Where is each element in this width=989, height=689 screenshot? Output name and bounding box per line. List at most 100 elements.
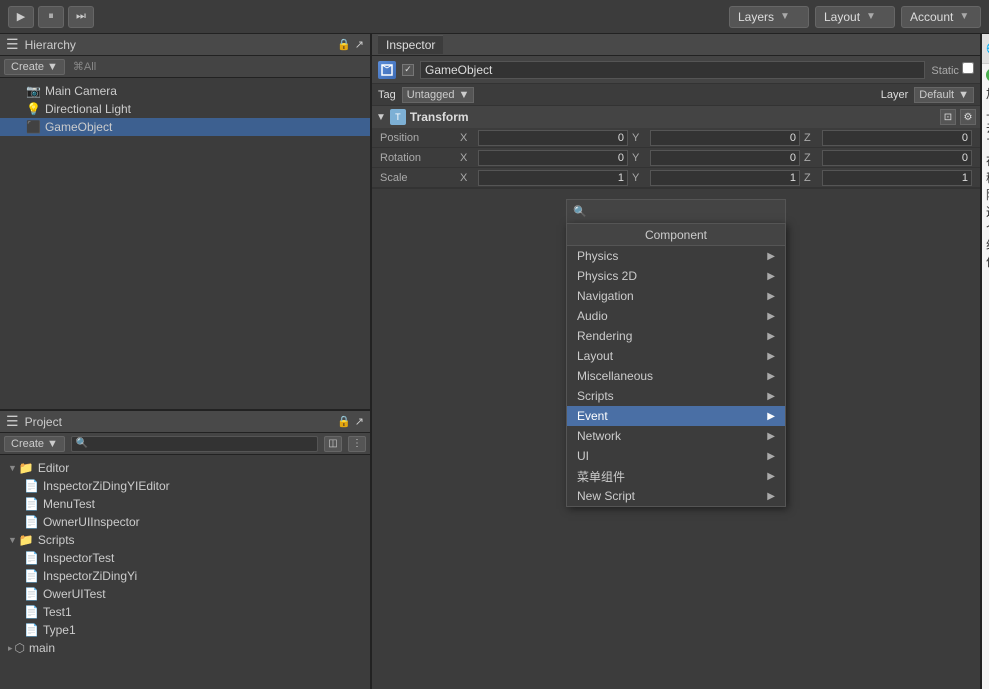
- project-item-inspector-editor[interactable]: 📄 InspectorZiDingYIEditor: [0, 477, 370, 495]
- camera-icon: 📷: [26, 84, 41, 98]
- inspector-tab-header: Inspector: [372, 34, 980, 56]
- scale-y-label: Y: [632, 172, 646, 184]
- hierarchy-item-gameobject[interactable]: ⬛ GameObject: [0, 118, 370, 136]
- tag-dropdown[interactable]: Untagged ▼: [402, 87, 475, 103]
- menu-item-miscellaneous[interactable]: Miscellaneous ▶: [567, 366, 785, 386]
- ui-arrow-icon: ▶: [767, 451, 775, 462]
- account-label: Account: [910, 10, 953, 24]
- item-label: OwnerUIInspector: [43, 515, 140, 529]
- event-arrow-icon: ▶: [767, 411, 775, 422]
- rendering-label: Rendering: [577, 329, 632, 343]
- project-create-arrow-icon: ▼: [47, 438, 58, 450]
- scale-y-field[interactable]: [650, 170, 800, 186]
- project-item-type1[interactable]: 📄 Type1: [0, 621, 370, 639]
- scale-label: Scale: [380, 172, 460, 184]
- scale-z-field[interactable]: [822, 170, 972, 186]
- item-label: Main Camera: [45, 84, 117, 98]
- browser-toolbar: 🌐 网银 | Aa 翻译 | ✂ 截图: [982, 34, 989, 64]
- menu-item-rendering[interactable]: Rendering ▶: [567, 326, 785, 346]
- menu-item-caidan[interactable]: 菜单组件 ▶: [567, 466, 785, 486]
- rendering-arrow-icon: ▶: [767, 331, 775, 342]
- item-label: Scripts: [38, 533, 75, 547]
- position-y-field[interactable]: [650, 130, 800, 146]
- project-view-button2[interactable]: ⋮: [348, 436, 366, 452]
- layout-dropdown[interactable]: Layout ▼: [815, 6, 895, 28]
- project-search-box[interactable]: 🔍: [71, 436, 318, 452]
- play-button[interactable]: ▶: [8, 6, 34, 28]
- transform-settings-icon[interactable]: ⚙: [960, 109, 976, 125]
- scripts-label: Scripts: [577, 389, 614, 403]
- transform-icon: T: [390, 109, 406, 125]
- project-item-main-scene[interactable]: ▸ ⬡ main: [0, 639, 370, 657]
- hierarchy-header: ☰ Hierarchy 🔒 ↗: [0, 34, 370, 56]
- hierarchy-header-icons: 🔒 ↗: [337, 38, 364, 51]
- gameobject-active-checkbox[interactable]: ✓: [402, 64, 414, 76]
- menu-item-event[interactable]: Event ▶: [567, 406, 785, 426]
- account-dropdown[interactable]: Account ▼: [901, 6, 981, 28]
- browser-panel: 🌐 网银 | Aa 翻译 | ✂ 截图 加上去了。在移除这个组件: [980, 34, 989, 689]
- hierarchy-toolbar: Create ▼ ⌘All: [0, 56, 370, 78]
- project-item-editor-folder[interactable]: ▼ 📁 Editor: [0, 459, 370, 477]
- scale-x-field[interactable]: [478, 170, 628, 186]
- rotation-label: Rotation: [380, 152, 460, 164]
- menu-item-new-script[interactable]: New Script ▶: [567, 486, 785, 506]
- pause-button[interactable]: ⏸: [38, 6, 64, 28]
- menu-item-navigation[interactable]: Navigation ▶: [567, 286, 785, 306]
- network-label: Network: [577, 429, 621, 443]
- project-create-button[interactable]: Create ▼: [4, 436, 65, 452]
- menu-item-physics[interactable]: Physics ▶: [567, 246, 785, 266]
- position-x-field[interactable]: [478, 130, 628, 146]
- hierarchy-item-directional-light[interactable]: 💡 Directional Light: [0, 100, 370, 118]
- gameobject-header: ✓ Static: [372, 56, 980, 84]
- layer-dropdown[interactable]: Default ▼: [914, 87, 974, 103]
- position-z-field[interactable]: [822, 130, 972, 146]
- rotation-y-field[interactable]: [650, 150, 800, 166]
- menu-item-layout[interactable]: Layout ▶: [567, 346, 785, 366]
- item-label: GameObject: [45, 120, 112, 134]
- transform-header[interactable]: ▼ T Transform ⊡ ⚙: [372, 106, 980, 128]
- static-checkbox[interactable]: Static: [931, 62, 974, 77]
- menu-item-scripts[interactable]: Scripts ▶: [567, 386, 785, 406]
- static-toggle[interactable]: [962, 62, 974, 74]
- position-y-label: Y: [632, 132, 646, 144]
- project-lock-icon: 🔒: [337, 415, 351, 428]
- transform-buttons: ⊡ ⚙: [940, 109, 976, 125]
- rotation-z-field[interactable]: [822, 150, 972, 166]
- hierarchy-item-main-camera[interactable]: 📷 Main Camera: [0, 82, 370, 100]
- navigation-label: Navigation: [577, 289, 634, 303]
- rotation-z-label: Z: [804, 152, 818, 164]
- project-item-menu-test[interactable]: 📄 MenuTest: [0, 495, 370, 513]
- menu-item-ui[interactable]: UI ▶: [567, 446, 785, 466]
- project-list: ▼ 📁 Editor 📄 InspectorZiDingYIEditor 📄 M…: [0, 455, 370, 689]
- miscellaneous-label: Miscellaneous: [577, 369, 653, 383]
- menu-item-network[interactable]: Network ▶: [567, 426, 785, 446]
- position-fields: X Y Z: [460, 130, 972, 146]
- transform-copy-icon[interactable]: ⊡: [940, 109, 956, 125]
- miscellaneous-arrow-icon: ▶: [767, 371, 775, 382]
- scene-collapse-icon: ▸: [8, 643, 13, 654]
- project-item-inspector-zi[interactable]: 📄 InspectorZiDingYi: [0, 567, 370, 585]
- step-button[interactable]: ⏭: [68, 6, 94, 28]
- gameobject-cube-icon: [378, 61, 396, 79]
- folder-icon: 📁: [19, 461, 34, 475]
- hierarchy-create-button[interactable]: Create ▼: [4, 59, 65, 75]
- inspector-tab[interactable]: Inspector: [378, 35, 443, 54]
- scripts-arrow-icon: ▶: [767, 391, 775, 402]
- layers-dropdown[interactable]: Layers ▼: [729, 6, 809, 28]
- menu-item-audio[interactable]: Audio ▶: [567, 306, 785, 326]
- project-view-button1[interactable]: ◫: [324, 436, 342, 452]
- project-item-ower-ui-test[interactable]: 📄 OwerUITest: [0, 585, 370, 603]
- project-item-owner-ui-inspector[interactable]: 📄 OwnerUIInspector: [0, 513, 370, 531]
- project-item-scripts-folder[interactable]: ▼ 📁 Scripts: [0, 531, 370, 549]
- audio-label: Audio: [577, 309, 608, 323]
- account-arrow-icon: ▼: [959, 11, 969, 22]
- component-search-input[interactable]: [591, 206, 779, 218]
- event-label: Event: [577, 409, 608, 423]
- gameobject-name-field[interactable]: [420, 61, 925, 79]
- rotation-x-field[interactable]: [478, 150, 628, 166]
- menu-item-physics2d[interactable]: Physics 2D ▶: [567, 266, 785, 286]
- lock-icon: 🔒: [337, 38, 351, 51]
- project-item-inspector-test[interactable]: 📄 InspectorTest: [0, 549, 370, 567]
- project-menu-icon: ☰: [6, 413, 19, 430]
- project-item-test1[interactable]: 📄 Test1: [0, 603, 370, 621]
